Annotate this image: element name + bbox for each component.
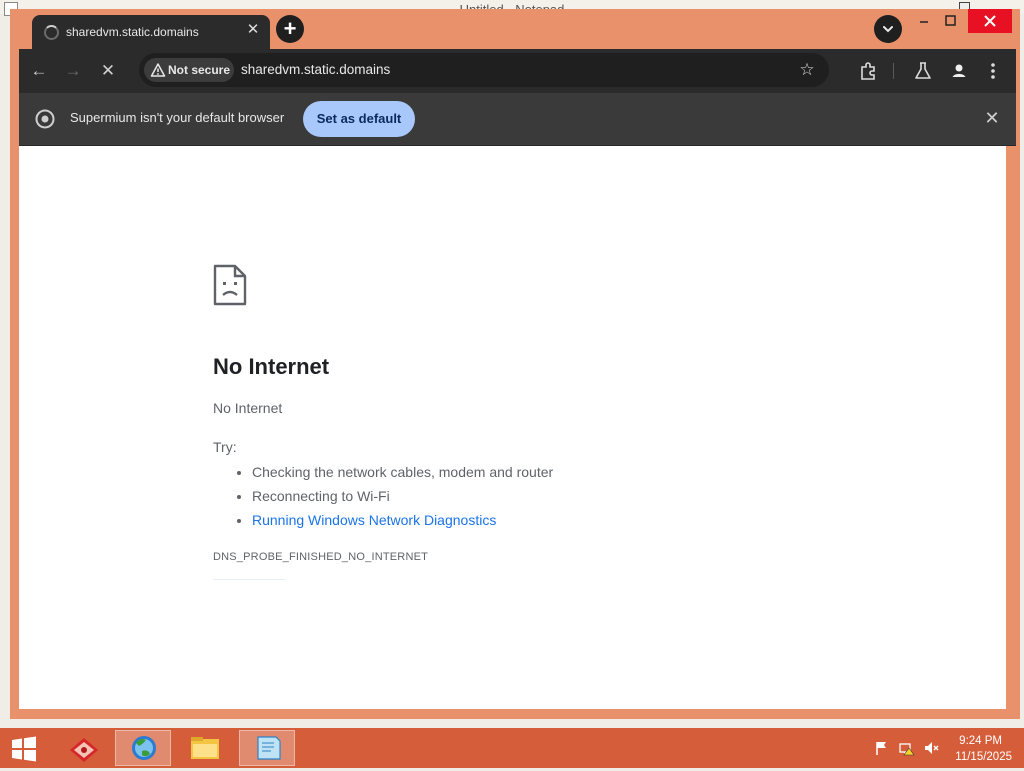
error-subtitle: No Internet: [213, 400, 283, 416]
tab-close-icon[interactable]: ✕: [244, 21, 262, 39]
stop-loading-button[interactable]: ✕: [96, 59, 120, 83]
back-button[interactable]: ←: [27, 59, 51, 83]
extensions-icon[interactable]: [857, 59, 881, 83]
volume-muted-icon[interactable]: [923, 740, 939, 756]
url-text[interactable]: sharedvm.static.domains: [241, 62, 390, 77]
network-diagnostics-link[interactable]: Running Windows Network Diagnostics: [252, 512, 496, 528]
new-tab-button[interactable]: +: [276, 15, 304, 43]
start-icon[interactable]: [10, 736, 38, 762]
security-chip[interactable]: Not secure: [144, 58, 234, 82]
network-warning-icon[interactable]: [899, 740, 915, 756]
bookmark-star-icon[interactable]: ☆: [797, 60, 817, 80]
suggestion-list: Checking the network cables, modem and r…: [232, 462, 553, 534]
address-bar[interactable]: Not secure sharedvm.static.domains ☆: [139, 53, 829, 87]
close-icon: [984, 15, 996, 27]
notepad-icon: [257, 736, 281, 760]
tab-active[interactable]: sharedvm.static.domains ✕: [32, 15, 270, 49]
set-as-default-button[interactable]: Set as default: [303, 101, 415, 137]
error-title: No Internet: [213, 354, 330, 379]
tab-search-button[interactable]: [874, 15, 902, 43]
browser-icon: [132, 736, 156, 760]
taskbar-notepad-button[interactable]: [239, 730, 295, 766]
more-menu-icon[interactable]: [981, 59, 1005, 83]
browser-toolbar: ← → ✕ Not secure sharedvm.static.domains…: [19, 49, 1016, 93]
taskbar-app-button[interactable]: [56, 730, 112, 766]
infobar-message: Supermium isn't your default browser: [70, 110, 285, 125]
security-label: Not secure: [168, 63, 231, 77]
browser-window: sharedvm.static.domains ✕ + ← → ✕ Not se…: [10, 9, 1020, 719]
window-close-button[interactable]: [968, 9, 1012, 33]
clock-date[interactable]: 11/15/2025: [946, 751, 1012, 763]
try-label: Try:: [213, 439, 237, 455]
suggestion-item: Checking the network cables, modem and r…: [252, 462, 553, 486]
loading-spinner-icon: [44, 25, 59, 40]
chevron-down-icon: [883, 26, 893, 33]
default-browser-infobar: Supermium isn't your default browser Set…: [19, 93, 1016, 146]
error-code: DNS_PROBE_FINISHED_NO_INTERNET: [213, 551, 429, 563]
details-divider: [213, 579, 285, 580]
taskbar-browser-button[interactable]: [115, 730, 171, 766]
flag-icon[interactable]: [874, 740, 890, 756]
page-content: No Internet No Internet Try: Checking th…: [19, 146, 1006, 709]
clock-time[interactable]: 9:24 PM: [958, 735, 1002, 747]
suggestion-item: Running Windows Network Diagnostics: [252, 510, 553, 534]
infobar-close-icon[interactable]: ✕: [982, 108, 1002, 128]
toolbar-divider: [893, 63, 894, 79]
file-explorer-icon: [191, 737, 219, 759]
labs-flask-icon[interactable]: [911, 59, 935, 83]
taskbar-explorer-button[interactable]: [177, 730, 233, 766]
forward-button[interactable]: →: [61, 59, 85, 83]
warning-icon: [150, 63, 166, 77]
taskbar: 9:24 PM 11/15/2025: [0, 728, 1024, 768]
sad-page-icon: [213, 264, 247, 306]
profile-avatar-icon[interactable]: [947, 59, 971, 83]
tab-title: sharedvm.static.domains: [66, 25, 199, 39]
suggestion-item: Reconnecting to Wi-Fi: [252, 486, 553, 510]
app-icon: [70, 738, 98, 762]
chromium-logo-icon: [35, 109, 55, 129]
